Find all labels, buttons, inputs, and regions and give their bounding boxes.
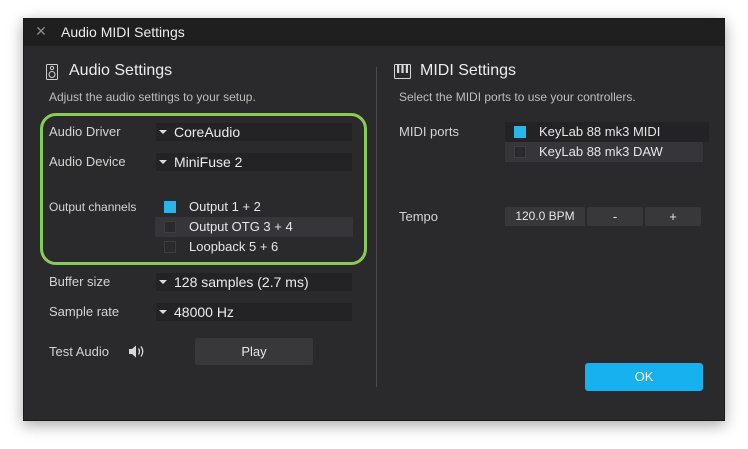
output-channels-label: Output channels [49,200,137,214]
chevron-down-icon [159,160,167,164]
buffer-size-dropdown[interactable]: 128 samples (2.7 ms) [156,273,352,291]
audio-settings-title: Audio Settings [69,62,173,79]
section-divider [376,67,377,387]
midi-port-checkbox[interactable] [514,126,526,138]
audio-driver-value: CoreAudio [174,124,241,140]
output-channel-row[interactable]: Output OTG 3 + 4 [155,217,353,237]
output-checkbox[interactable] [164,201,176,213]
midi-port-row[interactable]: KeyLab 88 mk3 MIDI [505,122,709,142]
output-channel-row[interactable]: Output 1 + 2 [155,197,353,217]
ok-button[interactable]: OK [585,363,703,391]
audio-driver-dropdown[interactable]: CoreAudio [156,123,352,141]
output-channel-label: Loopback 5 + 6 [189,239,279,254]
sample-rate-dropdown[interactable]: 48000 Hz [156,303,352,321]
tempo-increase-button[interactable]: + [645,207,701,226]
audio-device-label: Audio Device [49,154,126,169]
output-channel-row[interactable]: Loopback 5 + 6 [155,237,353,257]
midi-ports-list: KeyLab 88 mk3 MIDI KeyLab 88 mk3 DAW [505,122,709,162]
midi-port-row[interactable]: KeyLab 88 mk3 DAW [505,142,703,162]
output-checkbox[interactable] [164,241,176,253]
speaker-icon [46,64,58,80]
output-channel-label: Output 1 + 2 [189,199,261,214]
output-channel-label: Output OTG 3 + 4 [189,219,293,234]
close-icon[interactable]: ✕ [34,24,48,38]
chevron-down-icon [159,130,167,134]
chevron-down-icon [159,310,167,314]
tempo-field[interactable]: 120.0 BPM [505,207,585,226]
chevron-down-icon [159,280,167,284]
midi-settings-title: MIDI Settings [420,62,517,79]
tempo-label: Tempo [399,209,439,224]
midi-settings-description: Select the MIDI ports to use your contro… [399,90,636,104]
midi-port-label: KeyLab 88 mk3 MIDI [539,124,661,139]
midi-port-checkbox[interactable] [514,146,526,158]
audio-device-value: MiniFuse 2 [174,154,243,170]
sample-rate-value: 48000 Hz [174,304,234,320]
volume-icon[interactable] [128,344,146,359]
title-bar: ✕ Audio MIDI Settings [24,19,724,46]
audio-settings-description: Adjust the audio settings to your setup. [49,90,256,104]
midi-port-label: KeyLab 88 mk3 DAW [539,144,663,159]
window-title: Audio MIDI Settings [61,24,185,40]
settings-window: ✕ Audio MIDI Settings Audio Settings Adj… [23,18,725,421]
audio-device-dropdown[interactable]: MiniFuse 2 [156,153,352,171]
piano-keys-icon [394,64,411,79]
sample-rate-label: Sample rate [49,304,120,319]
play-button[interactable]: Play [195,338,313,365]
buffer-size-value: 128 samples (2.7 ms) [174,274,309,290]
output-checkbox[interactable] [164,221,176,233]
test-audio-label: Test Audio [49,344,109,359]
buffer-size-label: Buffer size [49,274,111,289]
midi-ports-label: MIDI ports [399,124,459,139]
tempo-decrease-button[interactable]: - [587,207,643,226]
audio-driver-label: Audio Driver [49,124,121,139]
output-channels-list: Output 1 + 2 Output OTG 3 + 4 Loopback 5… [155,197,353,257]
